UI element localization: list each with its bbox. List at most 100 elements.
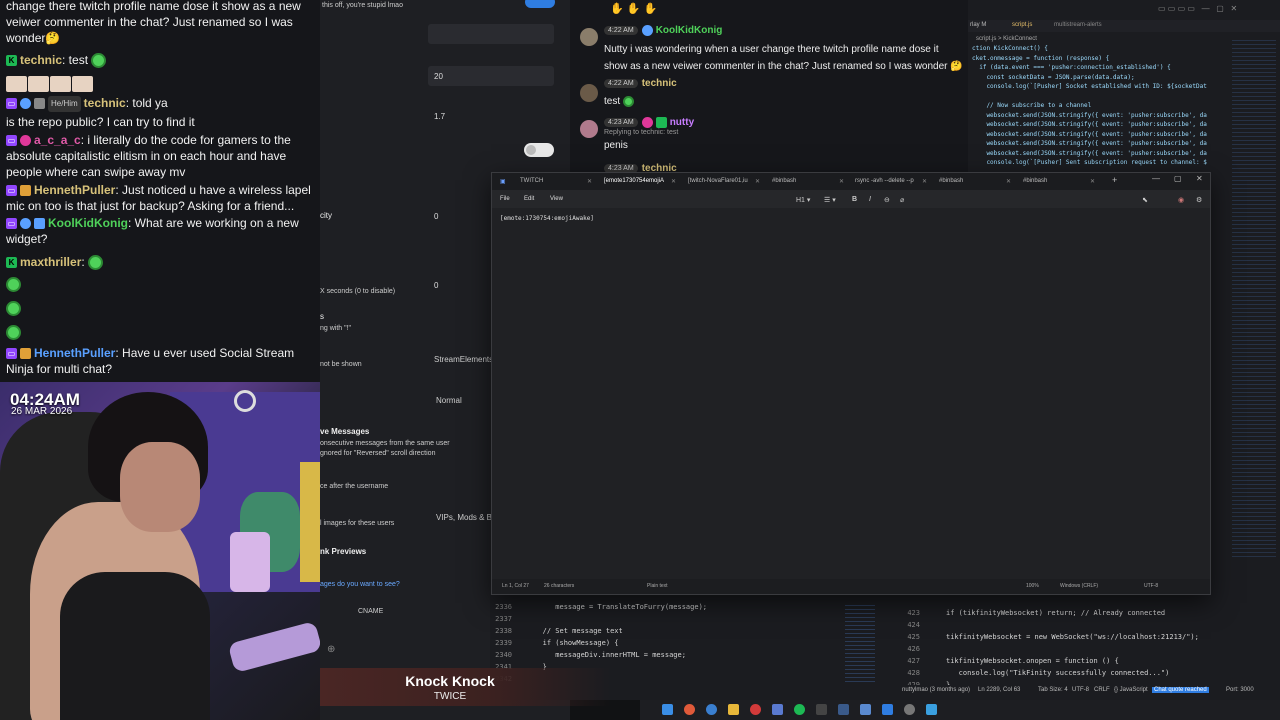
italic-icon[interactable]: I	[869, 196, 871, 203]
maximize-icon[interactable]: ▢	[1174, 174, 1182, 183]
message-time: 4:23 AM	[604, 118, 638, 127]
notepad-tab[interactable]: #binbash	[939, 178, 963, 184]
status-item[interactable]: CRLF	[1094, 687, 1110, 693]
minimap[interactable]	[1232, 40, 1276, 560]
copilot-icon[interactable]: ◉	[1178, 196, 1184, 204]
kick-badge-icon: K	[6, 55, 17, 67]
new-tab-icon[interactable]: +	[1112, 175, 1117, 185]
code-line: if (showMessage) {	[530, 639, 619, 647]
notepad-tab[interactable]: #binbash	[772, 178, 796, 184]
vips-select[interactable]: VIPs, Mods & B	[436, 513, 492, 522]
twitch-badge-icon: ▭	[6, 218, 17, 230]
text-format[interactable]: Plain text	[647, 583, 668, 589]
encoding[interactable]: UTF-8	[1144, 583, 1158, 589]
status-item[interactable]: Port: 3000	[1226, 687, 1254, 693]
minimize-icon[interactable]: —	[1152, 174, 1160, 183]
menu-view[interactable]: View	[550, 196, 563, 202]
settings-icon[interactable]	[904, 704, 915, 715]
username: technic	[20, 53, 63, 67]
status-item[interactable]: {} JavaScript	[1114, 687, 1148, 693]
avatar	[580, 84, 598, 102]
emote-stack	[6, 277, 316, 340]
settings-value: 20	[434, 72, 443, 81]
prop	[227, 620, 320, 674]
code-line: // Now subscribe to a channel	[972, 102, 1092, 109]
notepad-content[interactable]: [emote:1730754:emojiAwake]	[500, 215, 594, 222]
toggle-off[interactable]	[524, 143, 554, 157]
window-controls[interactable]: ▭ ▭ ▭ ▭ — ▢ ✕	[1158, 4, 1237, 13]
close-icon[interactable]: ✕	[922, 178, 927, 185]
settings-label: X seconds (0 to disable)	[320, 288, 396, 295]
line-number: 426	[907, 645, 920, 653]
line-ending[interactable]: Windows (CRLF)	[1060, 583, 1098, 589]
username: KoolKidKonig	[655, 25, 723, 37]
normal-select[interactable]: Normal	[436, 396, 462, 405]
link-icon[interactable]: ⊖	[884, 196, 890, 204]
clear-format-icon[interactable]: ⌀	[900, 196, 904, 204]
close-window-icon[interactable]: ✕	[1196, 174, 1203, 183]
notepad-tab-active[interactable]: [emote1730754emojiA	[604, 178, 664, 184]
editor-tab-bar: rlay M script.js multistream-alerts	[968, 20, 1280, 32]
settings-field[interactable]	[428, 66, 554, 86]
spotify-icon[interactable]	[794, 704, 805, 715]
close-icon[interactable]: ✕	[839, 178, 844, 185]
settings-link[interactable]: ages do you want to see?	[320, 581, 400, 588]
status-item[interactable]: Tab Size: 4	[1038, 687, 1068, 693]
edge-icon[interactable]	[706, 704, 717, 715]
editor-tab[interactable]: rlay M	[970, 22, 986, 28]
toggle-on[interactable]	[525, 0, 555, 8]
vscode-icon[interactable]	[882, 704, 893, 715]
app-icon[interactable]	[816, 704, 827, 715]
status-item[interactable]: Chat quote reached	[1152, 687, 1209, 693]
close-icon[interactable]: ✕	[1090, 178, 1095, 185]
close-icon[interactable]: ✕	[587, 178, 592, 185]
status-item[interactable]: Ln 2289, Col 63	[978, 687, 1020, 693]
minimap[interactable]	[845, 605, 875, 685]
settings-gear-icon[interactable]: ⚙	[1196, 196, 1202, 204]
pepe-emote-icon	[622, 96, 634, 107]
username: HennethPuller	[34, 183, 116, 197]
streamelements-select[interactable]: StreamElements	[434, 355, 493, 364]
username: technic	[83, 96, 126, 110]
settings-label: ng with "!"	[320, 325, 352, 332]
chrome-icon[interactable]	[750, 704, 761, 715]
star-badge-icon	[20, 348, 31, 360]
app-icon[interactable]	[838, 704, 849, 715]
menu-edit[interactable]: Edit	[524, 196, 534, 202]
close-icon[interactable]: ✕	[755, 178, 760, 185]
chat-message: ▭ a_c_a_c: i literally do the code for ga…	[6, 132, 316, 180]
settings-label: city	[320, 211, 332, 220]
bold-icon[interactable]: B	[852, 196, 857, 203]
settings-label: CNAME	[358, 608, 384, 615]
heading-select[interactable]: H1 ▾	[796, 196, 810, 204]
chat-message: ▭ HennethPuller: Have u ever used Social …	[6, 345, 316, 377]
app-icon[interactable]	[860, 704, 871, 715]
status-item[interactable]: UTF-8	[1072, 687, 1089, 693]
folder-icon[interactable]	[728, 704, 739, 715]
code-line: message = TranslateToFurry(message);	[530, 603, 708, 611]
cursor-icon: ⬉	[1142, 197, 1148, 204]
notepad-tab[interactable]: TWITCH	[520, 178, 543, 184]
settings-section-title: ve Messages	[320, 427, 370, 436]
start-icon[interactable]	[662, 704, 673, 715]
notepad-tab[interactable]: rsync -avh --delete --p	[855, 178, 914, 184]
zoom-level[interactable]: 100%	[1026, 583, 1039, 589]
firefox-icon[interactable]	[684, 704, 695, 715]
notepad-tab[interactable]: #binbash	[1023, 178, 1047, 184]
settings-field[interactable]	[428, 24, 554, 44]
username: HennethPuller	[34, 346, 116, 360]
editor-tab[interactable]: multistream-alerts	[1054, 22, 1102, 28]
notepad-taskbar-icon[interactable]	[926, 704, 937, 715]
webcam-feed	[0, 382, 320, 720]
app-icon[interactable]	[772, 704, 783, 715]
close-icon[interactable]: ✕	[671, 178, 676, 185]
close-icon[interactable]: ✕	[1006, 178, 1011, 185]
code-line: tikfinityWebsocket = new WebSocket("ws:/…	[946, 633, 1199, 641]
notepad-tab[interactable]: [twitch-NovaFlare01,iu	[688, 178, 748, 184]
chat-message: ▭ KoolKidKonig: What are we working on a …	[6, 215, 316, 247]
notepad-window: ▣ TWITCH ✕ [emote1730754emojiA ✕ [twitch…	[491, 172, 1211, 595]
notepad-icon: ▣	[500, 179, 506, 185]
editor-tab[interactable]: script.js	[1012, 22, 1032, 28]
list-icon[interactable]: ☰ ▾	[824, 196, 836, 204]
menu-file[interactable]: File	[500, 196, 510, 202]
